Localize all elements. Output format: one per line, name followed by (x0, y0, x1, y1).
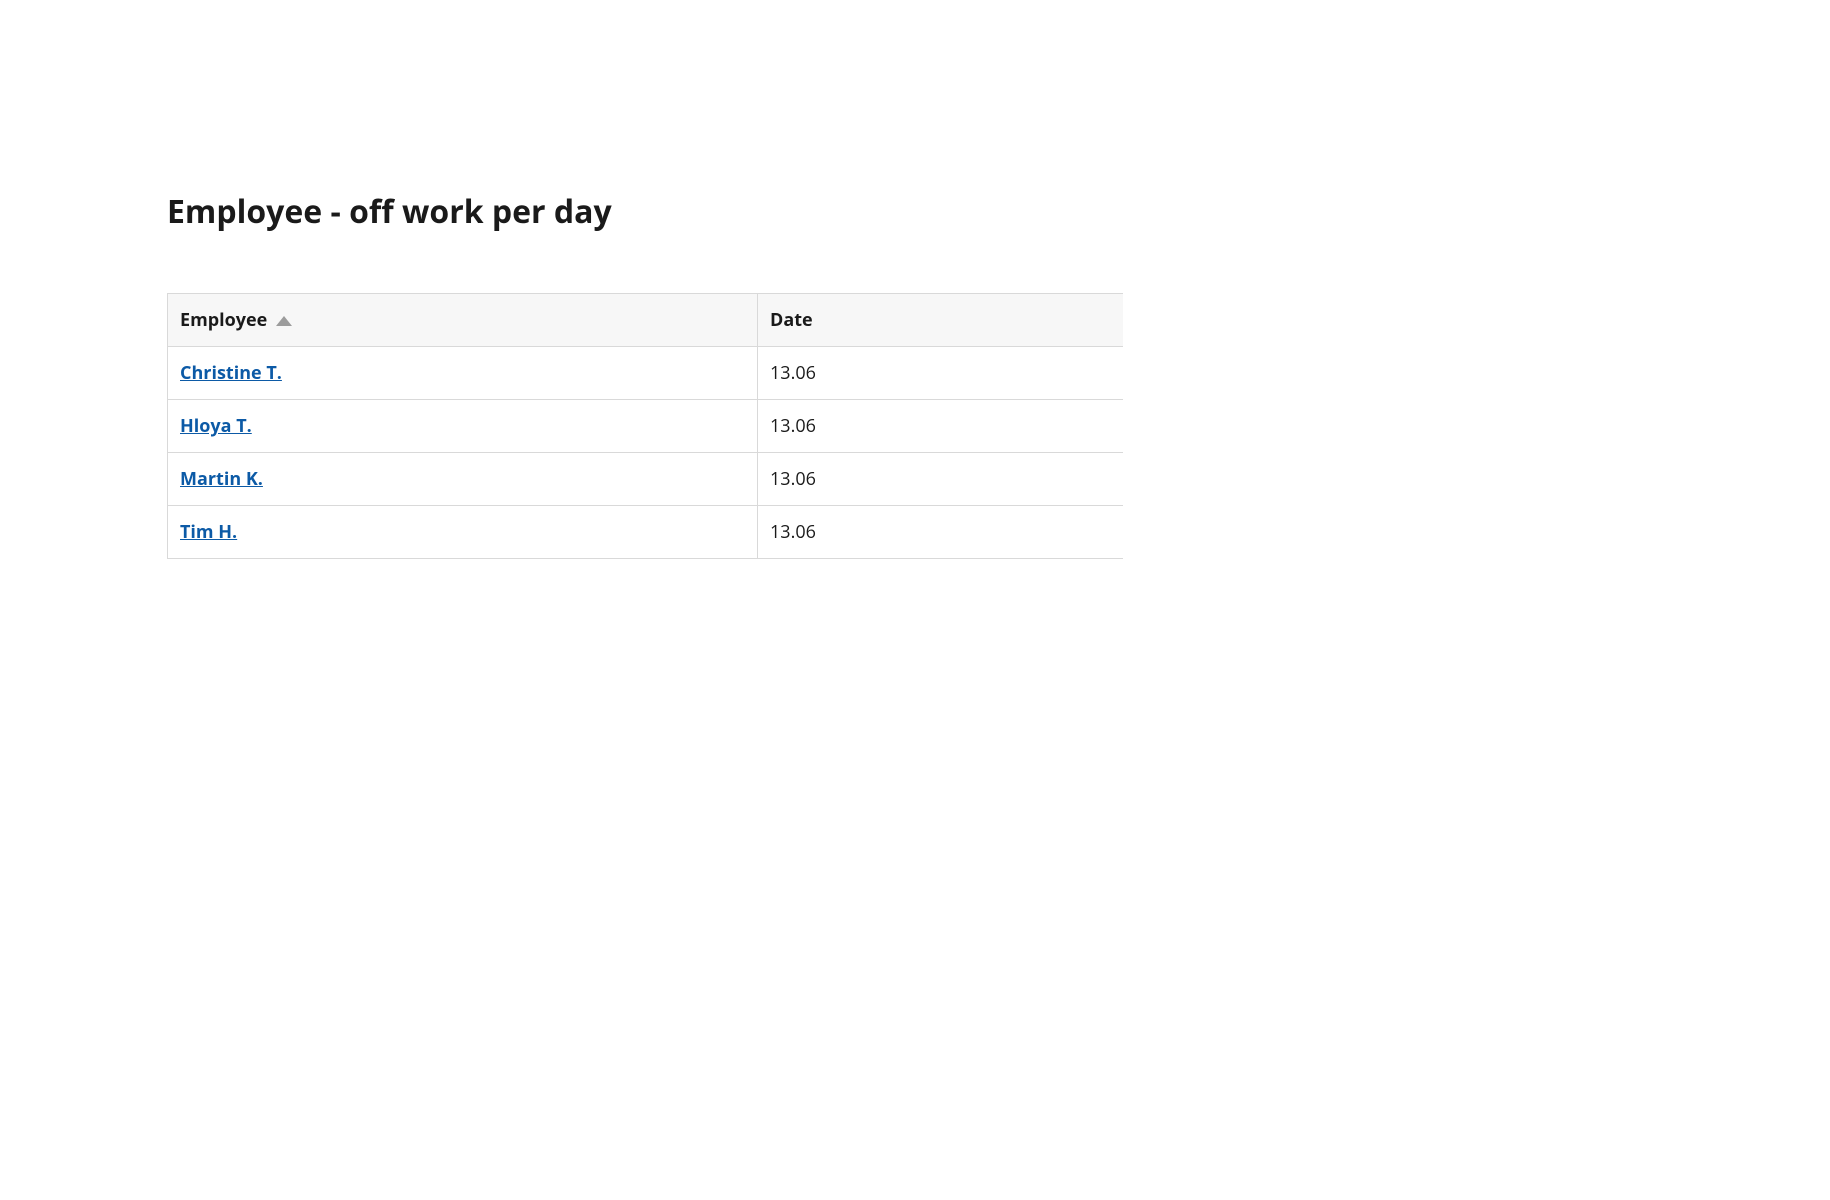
date-value: 13.06 (770, 520, 816, 544)
column-header-date[interactable]: Date (758, 294, 1124, 347)
table-row: Tim H. 13.06 (168, 506, 1124, 559)
date-value: 13.06 (770, 467, 816, 491)
column-header-employee-label: Employee (180, 308, 267, 332)
table-row: Martin K. 13.06 (168, 453, 1124, 506)
column-header-date-label: Date (770, 308, 813, 332)
employee-link[interactable]: Christine T. (180, 361, 282, 385)
sort-desc-icon (276, 316, 292, 326)
employee-off-work-table: Employee Date Christine T. 13 (167, 293, 1123, 559)
column-header-employee[interactable]: Employee (168, 294, 758, 347)
date-value: 13.06 (770, 361, 816, 385)
employee-link[interactable]: Martin K. (180, 467, 263, 491)
employee-link[interactable]: Tim H. (180, 520, 237, 544)
date-value: 13.06 (770, 414, 816, 438)
employee-link[interactable]: Hloya T. (180, 414, 252, 438)
table-row: Hloya T. 13.06 (168, 400, 1124, 453)
table-row: Christine T. 13.06 (168, 347, 1124, 400)
page-title: Employee - off work per day (167, 190, 1663, 233)
